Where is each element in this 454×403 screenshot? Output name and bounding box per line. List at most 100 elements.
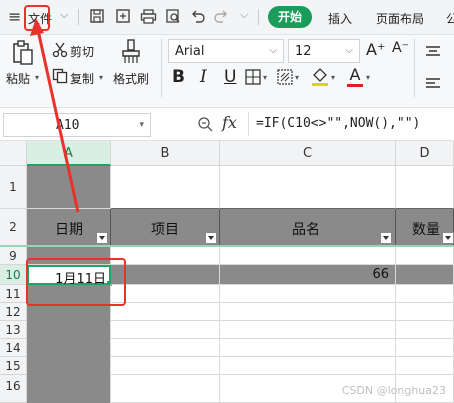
font-color-swatch — [347, 84, 363, 87]
scissors-icon[interactable] — [52, 42, 68, 62]
font-size-select[interactable]: 12 ⌵ — [288, 39, 360, 63]
fx-icon[interactable]: fx — [222, 113, 237, 132]
print-icon[interactable] — [139, 8, 157, 26]
cell-d12[interactable] — [396, 303, 454, 321]
fill-color-icon[interactable] — [311, 67, 329, 91]
chevron-down-icon[interactable]: ⌵ — [60, 8, 68, 22]
print-preview-icon[interactable] — [164, 8, 182, 26]
header-cell-product[interactable]: 品名 — [220, 209, 396, 246]
row-header[interactable]: 2 — [0, 209, 27, 246]
cell-c10[interactable]: 66 — [220, 265, 396, 285]
hamburger-menu-icon[interactable]: ≡ — [8, 7, 21, 26]
column-header-c[interactable]: C — [220, 141, 396, 166]
cell-c1[interactable] — [220, 166, 396, 209]
tab-insert[interactable]: 插入 — [328, 10, 352, 27]
align-left-icon[interactable] — [426, 75, 440, 94]
cell-d9[interactable] — [396, 247, 454, 265]
cell-c14[interactable] — [220, 339, 396, 357]
filter-dropdown-icon[interactable] — [380, 232, 392, 244]
cut-button[interactable]: 剪切 — [70, 43, 94, 60]
font-name-select[interactable]: Arial ⌵ — [168, 39, 284, 63]
cell-d15[interactable] — [396, 357, 454, 375]
tab-start[interactable]: 开始 — [268, 6, 312, 28]
row-header[interactable]: 15 — [0, 357, 27, 375]
underline-button[interactable]: U — [224, 67, 236, 87]
shrink-font-icon[interactable]: A⁻ — [392, 40, 409, 56]
cell-b10[interactable] — [111, 265, 220, 285]
copy-dropdown-icon[interactable]: ▾ — [99, 73, 103, 82]
format-painter-button[interactable]: 格式刷 — [113, 70, 149, 87]
chevron-down-icon: ⌵ — [269, 45, 277, 56]
borders-dropdown-icon[interactable]: ▾ — [263, 73, 267, 82]
quick-access-dropdown-icon[interactable]: ⌵ — [240, 8, 248, 22]
copy-button[interactable]: 复制 — [70, 70, 94, 87]
undo-icon[interactable] — [189, 8, 207, 26]
cell-b9[interactable] — [111, 247, 220, 265]
align-top-icon[interactable] — [426, 43, 440, 62]
format-painter-icon[interactable] — [120, 39, 142, 69]
cell-c9[interactable] — [220, 247, 396, 265]
cell-a1[interactable] — [27, 166, 111, 209]
paste-dropdown-icon[interactable]: ▾ — [35, 73, 39, 82]
select-all-corner[interactable] — [0, 141, 27, 166]
divider — [414, 39, 415, 97]
row-header[interactable]: 1 — [0, 166, 27, 209]
fill-pattern-dropdown-icon[interactable]: ▾ — [295, 73, 299, 82]
cell-b13[interactable] — [111, 321, 220, 339]
cell-b16[interactable] — [111, 375, 220, 403]
filter-dropdown-icon[interactable] — [442, 232, 454, 244]
chevron-down-icon: ⌵ — [345, 45, 353, 56]
copy-icon[interactable] — [52, 68, 68, 88]
cell-b14[interactable] — [111, 339, 220, 357]
cell-d11[interactable] — [396, 285, 454, 303]
tab-formulas[interactable]: 公 — [446, 10, 454, 27]
column-header-d[interactable]: D — [396, 141, 454, 166]
cell-c12[interactable] — [220, 303, 396, 321]
row-header[interactable]: 16 — [0, 375, 27, 403]
name-box[interactable]: A10 ▾ — [3, 113, 151, 137]
formula-input[interactable]: =IF(C10<>"",NOW(),"") — [256, 116, 420, 131]
name-box-value: A10 — [56, 118, 80, 133]
borders-icon[interactable] — [245, 69, 261, 89]
tab-page-layout[interactable]: 页面布局 — [376, 10, 424, 27]
paste-icon[interactable] — [12, 40, 34, 70]
header-cell-quantity[interactable]: 数量 — [396, 209, 454, 246]
paste-button[interactable]: 粘贴 — [6, 70, 30, 87]
cell-c11[interactable] — [220, 285, 396, 303]
cell-d13[interactable] — [396, 321, 454, 339]
column-header-a[interactable]: A — [27, 141, 111, 166]
zoom-magnifier-icon[interactable] — [197, 116, 213, 136]
cell-b12[interactable] — [111, 303, 220, 321]
row-header[interactable]: 11 — [0, 285, 27, 303]
bold-button[interactable]: B — [172, 67, 185, 87]
fill-pattern-icon[interactable] — [277, 69, 293, 89]
cell-c10-value: 66 — [372, 267, 389, 282]
font-color-dropdown-icon[interactable]: ▾ — [366, 73, 370, 82]
cell-d14[interactable] — [396, 339, 454, 357]
export-icon[interactable] — [114, 8, 132, 26]
cell-d1[interactable] — [396, 166, 454, 209]
cell-b1[interactable] — [111, 166, 220, 209]
font-size-value: 12 — [295, 44, 312, 59]
font-color-button[interactable]: A — [347, 65, 363, 87]
column-header-b[interactable]: B — [111, 141, 220, 166]
cell-c15[interactable] — [220, 357, 396, 375]
fill-color-dropdown-icon[interactable]: ▾ — [331, 73, 335, 82]
row-header[interactable]: 14 — [0, 339, 27, 357]
header-cell-item[interactable]: 项目 — [111, 209, 220, 246]
grow-font-icon[interactable]: A⁺ — [366, 40, 385, 59]
row-header-active[interactable]: 10 — [0, 265, 27, 285]
row-header[interactable]: 13 — [0, 321, 27, 339]
save-icon[interactable] — [88, 8, 106, 26]
filter-dropdown-icon[interactable] — [96, 232, 108, 244]
italic-button[interactable]: I — [200, 67, 207, 87]
header-cell-date[interactable]: 日期 — [27, 209, 111, 246]
row-header[interactable]: 9 — [0, 247, 27, 265]
row-header[interactable]: 12 — [0, 303, 27, 321]
filter-dropdown-icon[interactable] — [205, 232, 217, 244]
redo-icon[interactable] — [212, 8, 230, 26]
cell-c13[interactable] — [220, 321, 396, 339]
cell-b11[interactable] — [111, 285, 220, 303]
cell-d10[interactable] — [396, 265, 454, 285]
cell-b15[interactable] — [111, 357, 220, 375]
